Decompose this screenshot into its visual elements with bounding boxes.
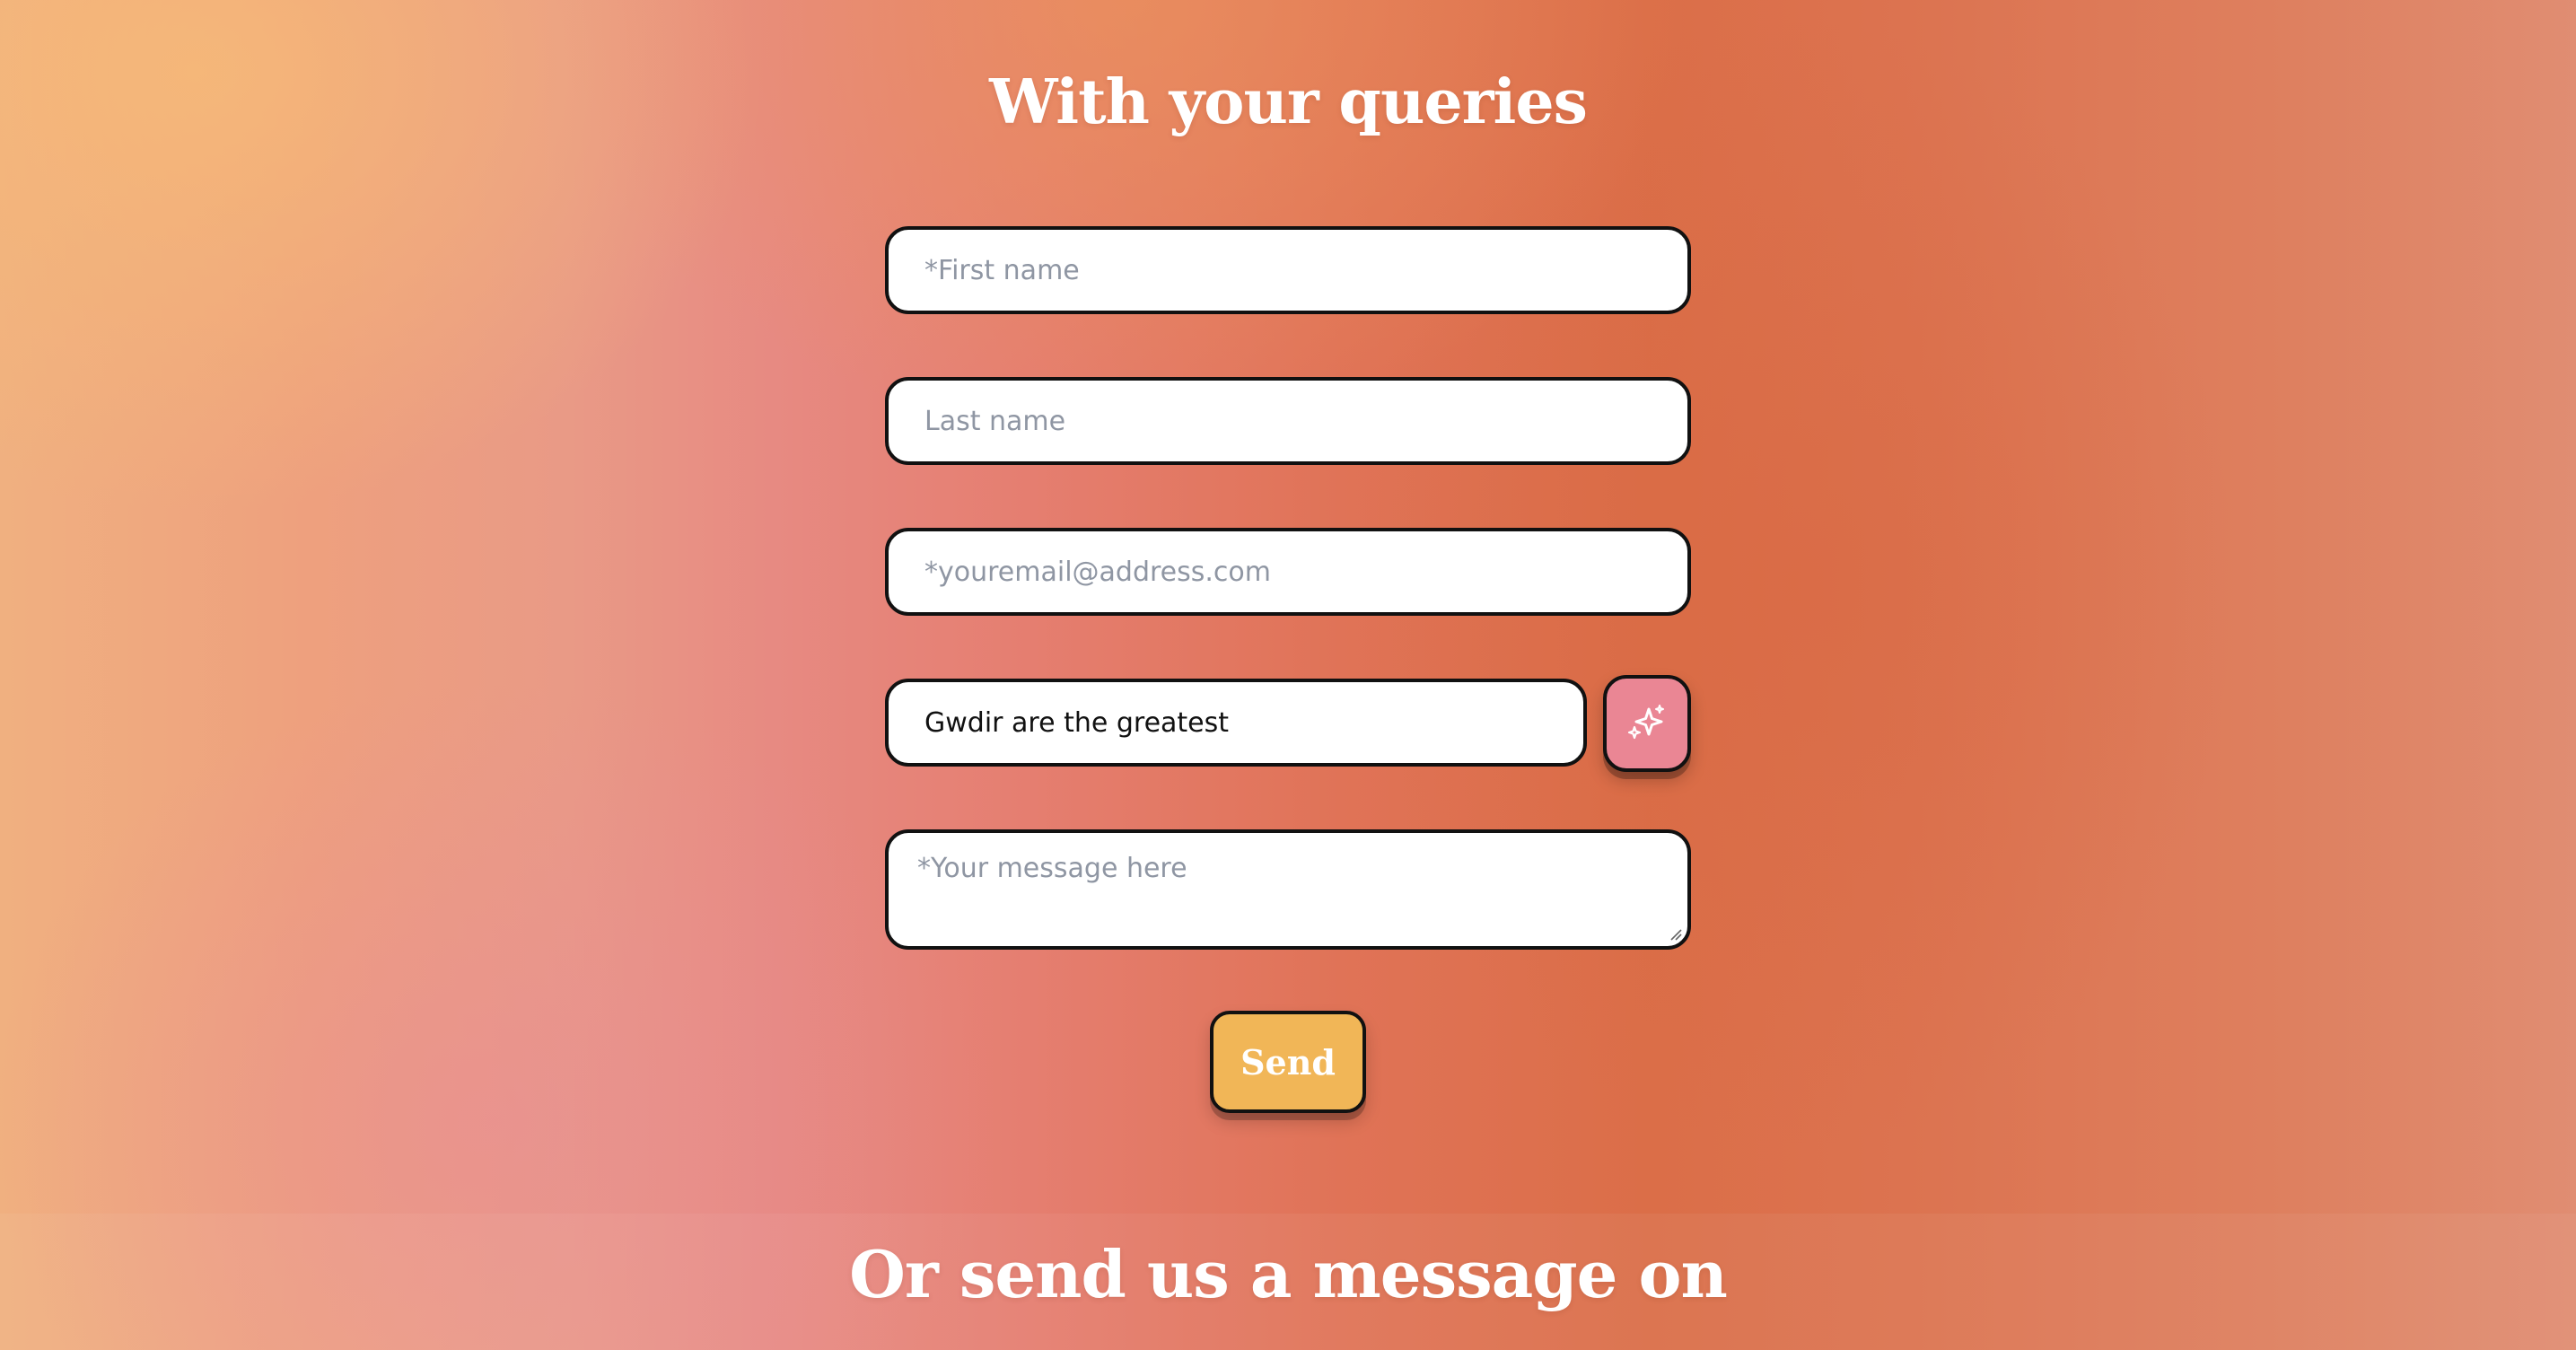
resize-grip-icon[interactable] <box>1668 926 1682 941</box>
last-name-input[interactable]: Last name <box>885 377 1691 465</box>
send-button[interactable]: Send <box>1210 1011 1366 1113</box>
background-gradient <box>0 0 2576 1350</box>
first-name-input[interactable]: *First name <box>885 226 1691 314</box>
email-input[interactable]: *youremail@address.com <box>885 528 1691 616</box>
subject-input[interactable]: Gwdir are the greatest <box>885 679 1587 767</box>
message-textarea[interactable]: *Your message here <box>885 829 1691 950</box>
sparkles-icon <box>1627 705 1664 740</box>
sparkle-button[interactable] <box>1603 675 1691 772</box>
alternate-contact-heading: Or send us a message on <box>849 1236 1728 1312</box>
message-placeholder: *Your message here <box>917 853 1187 884</box>
form-heading: With your queries <box>989 66 1588 138</box>
